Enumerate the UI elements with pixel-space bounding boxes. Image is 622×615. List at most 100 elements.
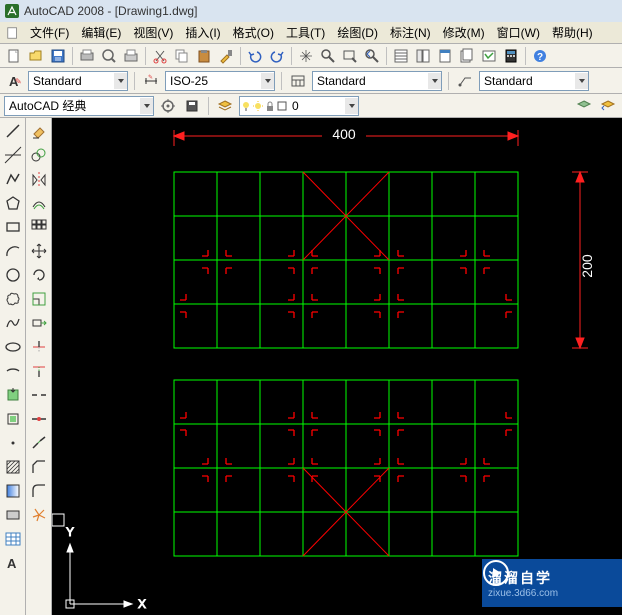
- table-style-combo[interactable]: Standard: [312, 71, 442, 91]
- layer-states-button[interactable]: [574, 96, 594, 116]
- calc-button[interactable]: [501, 46, 521, 66]
- erase-tool[interactable]: [28, 120, 50, 142]
- circle-tool[interactable]: [2, 264, 24, 286]
- menu-insert[interactable]: 插入(I): [179, 22, 226, 43]
- menu-dimension[interactable]: 标注(N): [384, 22, 437, 43]
- dim-style-combo[interactable]: ISO-25: [165, 71, 275, 91]
- region-tool[interactable]: [2, 504, 24, 526]
- new-button[interactable]: [4, 46, 24, 66]
- hatch-tool[interactable]: [2, 456, 24, 478]
- sun-icon: [252, 100, 264, 112]
- table-tool[interactable]: [2, 528, 24, 550]
- drawing-canvas[interactable]: 400 200: [52, 118, 622, 615]
- redo-button[interactable]: [267, 46, 287, 66]
- properties-button[interactable]: [391, 46, 411, 66]
- zoom-window-button[interactable]: [340, 46, 360, 66]
- menu-edit[interactable]: 编辑(E): [75, 22, 127, 43]
- mtext-tool[interactable]: A: [2, 552, 24, 574]
- chevron-down-icon[interactable]: [114, 73, 127, 89]
- table-style-button[interactable]: [288, 71, 308, 91]
- polygon-tool[interactable]: [2, 192, 24, 214]
- line-tool[interactable]: [2, 120, 24, 142]
- copy-tool[interactable]: [28, 144, 50, 166]
- workspace-save-button[interactable]: [182, 96, 202, 116]
- insert-block-tool[interactable]: [2, 384, 24, 406]
- break-tool[interactable]: [28, 384, 50, 406]
- watermark-sub: zixue.3d66.com: [488, 588, 558, 599]
- mleader-style-button[interactable]: [455, 71, 475, 91]
- dim-style-button[interactable]: ✎: [141, 71, 161, 91]
- chevron-down-icon[interactable]: [428, 73, 441, 89]
- modify-toolbar: [26, 118, 52, 615]
- save-button[interactable]: [48, 46, 68, 66]
- arc-tool[interactable]: [2, 240, 24, 262]
- mirror-tool[interactable]: [28, 168, 50, 190]
- mleader-style-combo[interactable]: Standard: [479, 71, 589, 91]
- zoom-button[interactable]: [318, 46, 338, 66]
- pan-button[interactable]: [296, 46, 316, 66]
- stretch-tool[interactable]: [28, 312, 50, 334]
- point-tool[interactable]: [2, 432, 24, 454]
- bulb-icon: [240, 100, 252, 112]
- array-tool[interactable]: [28, 216, 50, 238]
- xline-tool[interactable]: [2, 144, 24, 166]
- menu-help[interactable]: 帮助(H): [546, 22, 599, 43]
- explode-tool[interactable]: [28, 504, 50, 526]
- standard-toolbar: ?: [0, 44, 622, 68]
- menu-draw[interactable]: 绘图(D): [331, 22, 384, 43]
- designcenter-button[interactable]: [413, 46, 433, 66]
- extend-tool[interactable]: [28, 360, 50, 382]
- menu-tools[interactable]: 工具(T): [280, 22, 331, 43]
- layer-combo[interactable]: 0: [239, 96, 359, 116]
- paste-button[interactable]: [194, 46, 214, 66]
- chevron-down-icon[interactable]: [140, 98, 153, 114]
- gradient-tool[interactable]: [2, 480, 24, 502]
- toolpalettes-button[interactable]: [435, 46, 455, 66]
- help-button[interactable]: ?: [530, 46, 550, 66]
- make-block-tool[interactable]: [2, 408, 24, 430]
- matchprop-button[interactable]: [216, 46, 236, 66]
- text-style-button[interactable]: A✎: [4, 71, 24, 91]
- offset-tool[interactable]: [28, 192, 50, 214]
- open-button[interactable]: [26, 46, 46, 66]
- rotate-tool[interactable]: [28, 264, 50, 286]
- menu-window[interactable]: 窗口(W): [491, 22, 546, 43]
- text-style-combo[interactable]: Standard: [28, 71, 128, 91]
- preview-button[interactable]: [99, 46, 119, 66]
- zoom-prev-button[interactable]: [362, 46, 382, 66]
- revcloud-tool[interactable]: [2, 288, 24, 310]
- cut-button[interactable]: [150, 46, 170, 66]
- ellipse-arc-tool[interactable]: [2, 360, 24, 382]
- plot-button[interactable]: [77, 46, 97, 66]
- break-at-point-tool[interactable]: [28, 408, 50, 430]
- menu-view[interactable]: 视图(V): [127, 22, 179, 43]
- move-tool[interactable]: [28, 240, 50, 262]
- spline-tool[interactable]: [2, 312, 24, 334]
- text-style-value: Standard: [29, 74, 114, 88]
- sheetset-button[interactable]: [457, 46, 477, 66]
- workspace-combo[interactable]: AutoCAD 经典: [4, 96, 154, 116]
- menu-file[interactable]: 文件(F): [24, 22, 75, 43]
- publish-button[interactable]: [121, 46, 141, 66]
- chevron-down-icon[interactable]: [345, 98, 358, 114]
- chamfer-tool[interactable]: [28, 456, 50, 478]
- join-tool[interactable]: [28, 432, 50, 454]
- layer-previous-button[interactable]: [598, 96, 618, 116]
- layer-properties-button[interactable]: [215, 96, 235, 116]
- chevron-down-icon[interactable]: [575, 73, 588, 89]
- polyline-tool[interactable]: [2, 168, 24, 190]
- scale-tool[interactable]: [28, 288, 50, 310]
- menu-modify[interactable]: 修改(M): [437, 22, 491, 43]
- markup-button[interactable]: [479, 46, 499, 66]
- rectangle-tool[interactable]: [2, 216, 24, 238]
- fillet-tool[interactable]: [28, 480, 50, 502]
- trim-tool[interactable]: [28, 336, 50, 358]
- chevron-down-icon[interactable]: [261, 73, 274, 89]
- undo-button[interactable]: [245, 46, 265, 66]
- workspace-settings-button[interactable]: [158, 96, 178, 116]
- ellipse-tool[interactable]: [2, 336, 24, 358]
- menu-format[interactable]: 格式(O): [227, 22, 280, 43]
- copy-button[interactable]: [172, 46, 192, 66]
- svg-text:?: ?: [537, 52, 543, 63]
- window-title: AutoCAD 2008 - [Drawing1.dwg]: [24, 4, 197, 18]
